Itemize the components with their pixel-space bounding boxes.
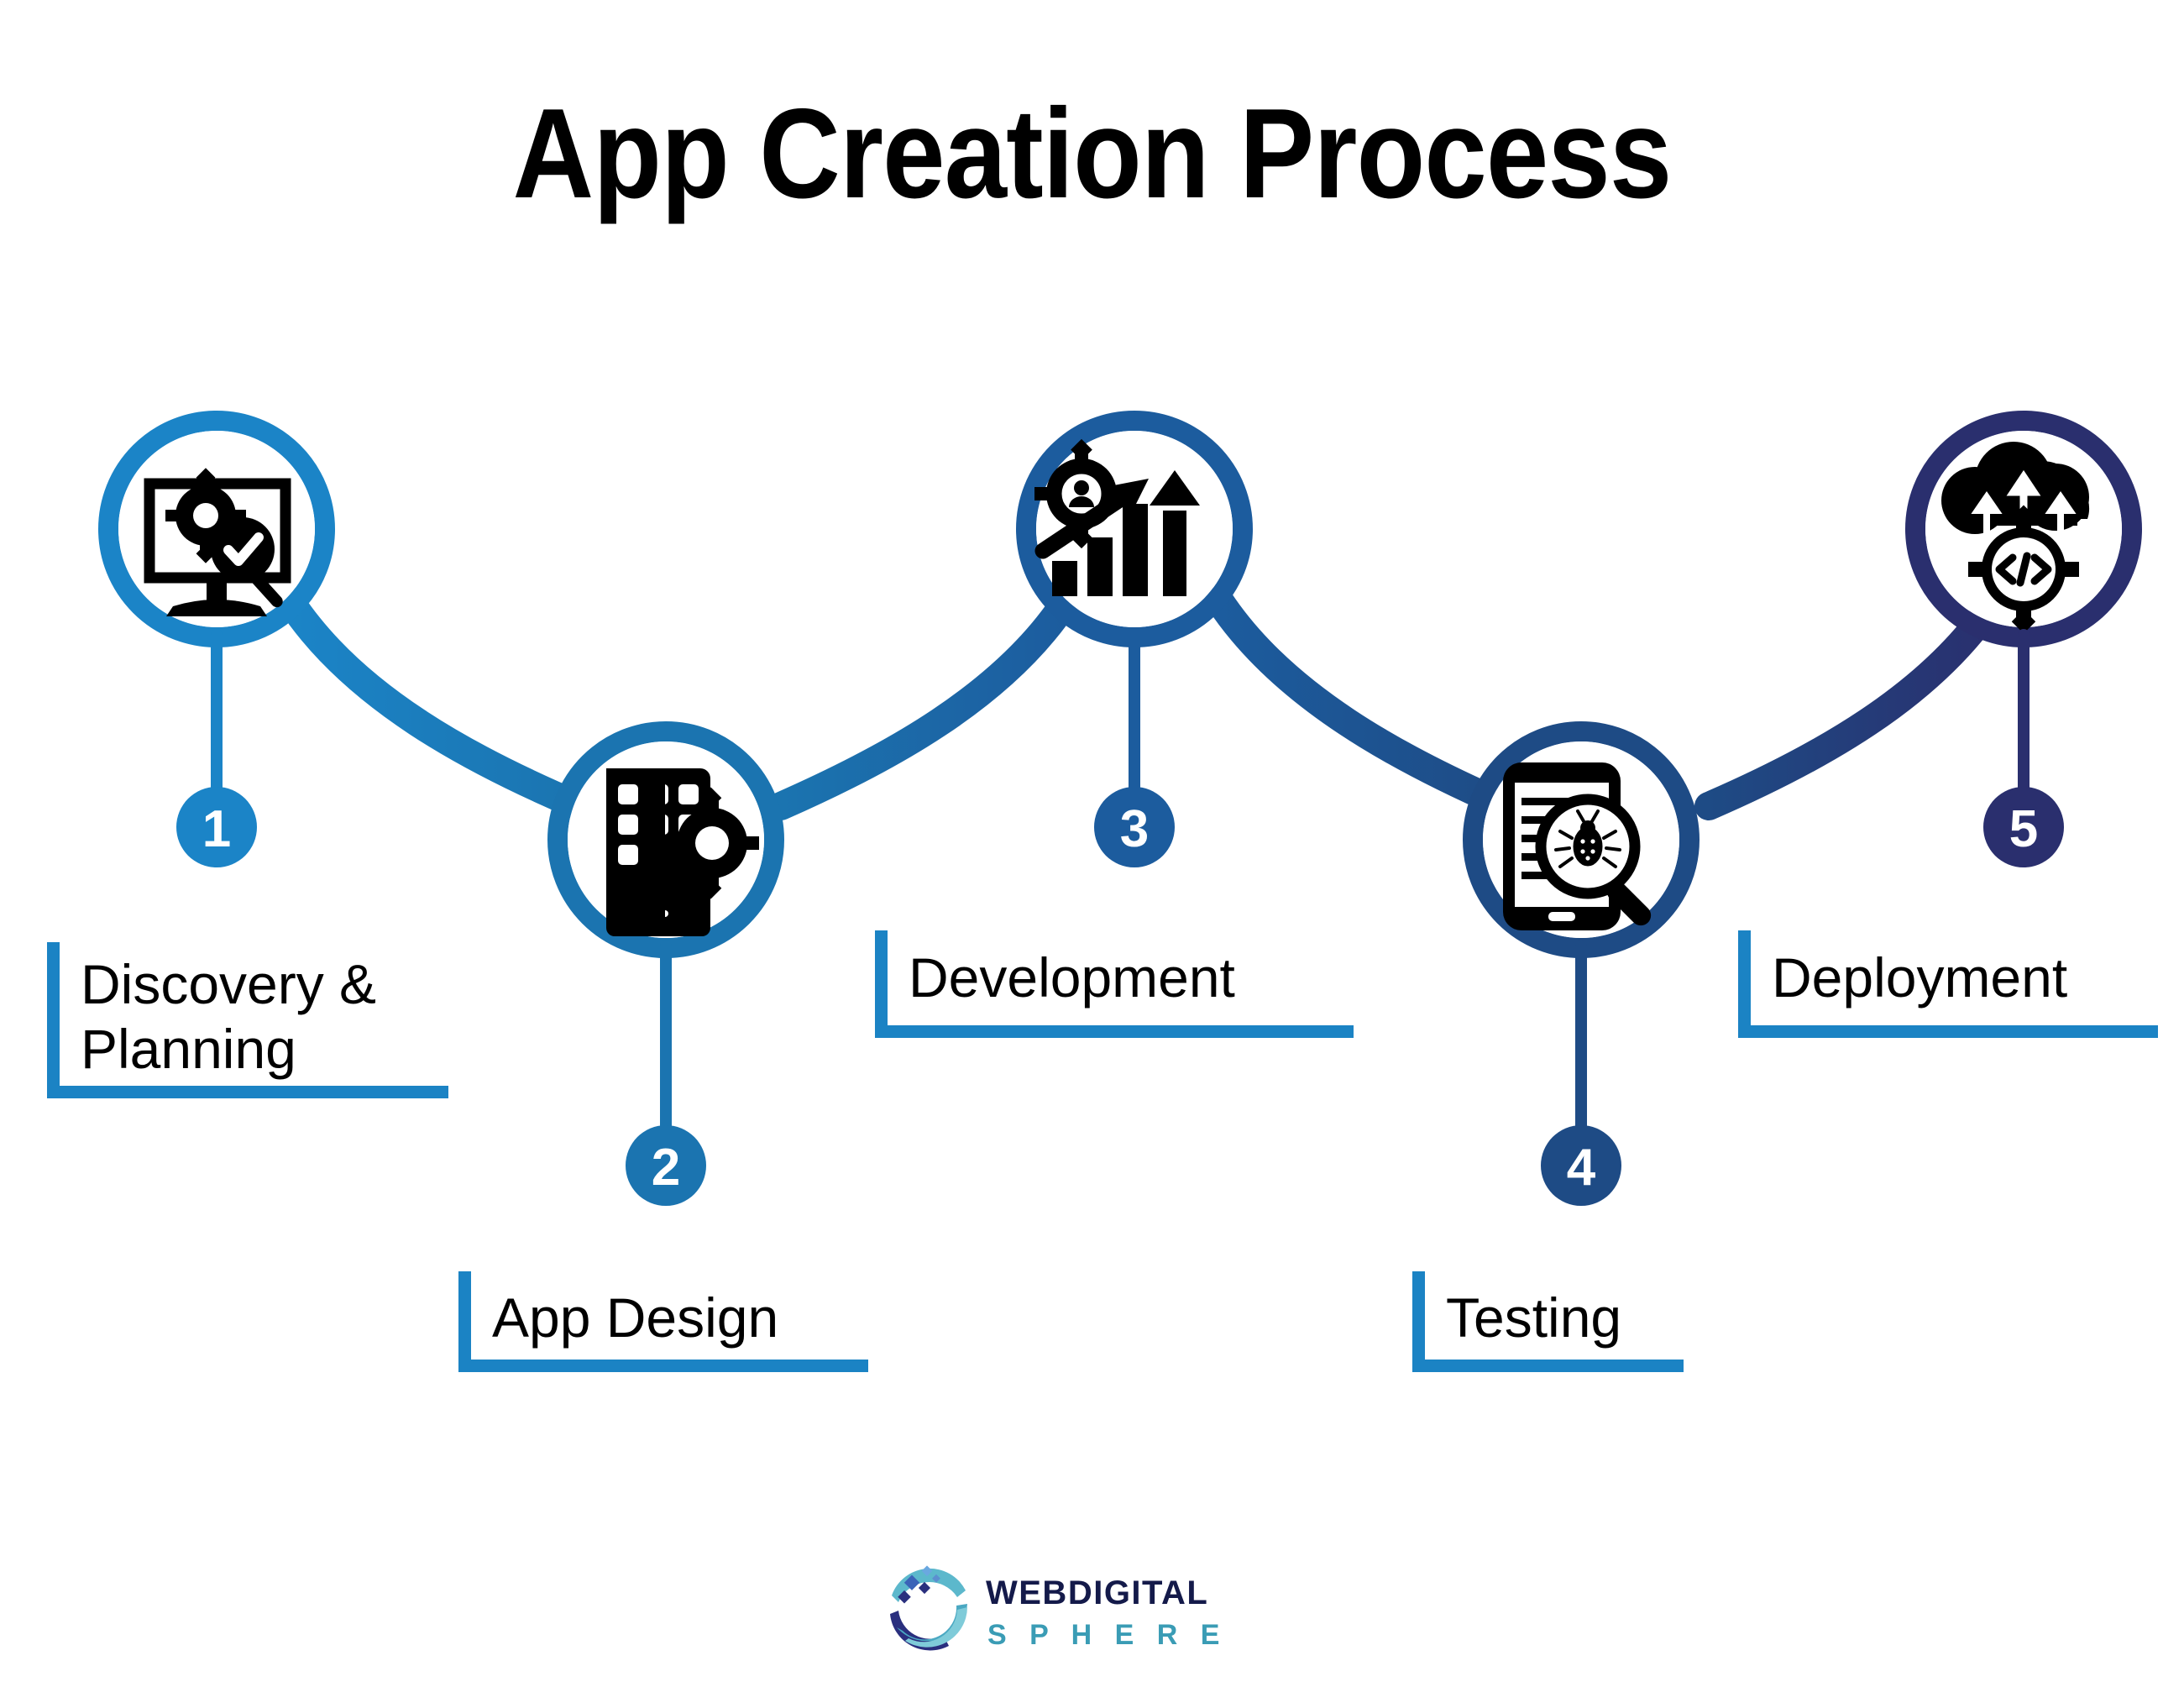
step-1-label-group: Discovery & Planning — [47, 942, 448, 1098]
step-2-label: App Design — [492, 1286, 778, 1349]
step-2-bracket-vertical — [458, 1271, 471, 1372]
step-1-label-line-2: Planning — [81, 1018, 296, 1080]
connector-3-to-4 — [1205, 586, 1521, 820]
step-2-badge-number: 2 — [652, 1139, 680, 1197]
step-4-bracket-horizontal — [1412, 1360, 1684, 1372]
connector-4-to-5 — [1694, 586, 2009, 820]
step-node-3[interactable] — [1016, 411, 1253, 647]
connector-2-to-3 — [767, 586, 1081, 820]
step-3-bracket-horizontal — [875, 1025, 1354, 1038]
step-node-1[interactable] — [98, 411, 335, 647]
step-4-badge-group[interactable]: 4 — [1541, 940, 1621, 1206]
step-node-2[interactable] — [547, 721, 784, 958]
step-2-badge-group[interactable]: 2 — [626, 940, 706, 1206]
step-5-label-group: Deployment — [1738, 930, 2158, 1038]
globe-sphere-logo-icon — [888, 1565, 969, 1651]
step-1-badge-group[interactable]: 1 — [176, 629, 257, 867]
step-5-bracket-vertical — [1738, 930, 1751, 1038]
step-node-5[interactable] — [1905, 411, 2142, 647]
step-5-label: Deployment — [1772, 946, 2067, 1009]
logo-text-line-1: WEBDIGITAL — [986, 1574, 1208, 1611]
step-3-label: Development — [909, 946, 1235, 1009]
step-3-label-group: Development — [875, 930, 1354, 1038]
process-flow-diagram: 1 Discovery & Planning 2 App Design 3 De… — [47, 411, 2158, 1372]
step-3-bracket-vertical — [875, 930, 888, 1038]
step-1-bracket-horizontal — [47, 1086, 448, 1098]
brand-logo[interactable]: WEBDIGITAL S P H E R E — [872, 1543, 1308, 1661]
step-4-bracket-vertical — [1412, 1271, 1425, 1372]
step-5-badge-number: 5 — [2009, 800, 2038, 858]
connector-1-to-2 — [275, 586, 594, 820]
infographic-canvas: App Creation Process 1 Discovery & Plann… — [0, 0, 2184, 1708]
step-node-4[interactable] — [1463, 721, 1700, 958]
step-1-bracket-vertical — [47, 942, 60, 1098]
logo-text-line-2: S P H E R E — [987, 1619, 1227, 1651]
step-1-label-line-1: Discovery & — [81, 953, 376, 1015]
step-2-bracket-horizontal — [458, 1360, 868, 1372]
step-1-badge-number: 1 — [202, 800, 231, 858]
step-4-badge-number: 4 — [1567, 1139, 1596, 1197]
step-3-badge-group[interactable]: 3 — [1094, 629, 1175, 867]
step-4-label: Testing — [1446, 1286, 1621, 1349]
step-2-label-group: App Design — [458, 1271, 868, 1372]
step-5-badge-group[interactable]: 5 — [1983, 629, 2064, 867]
step-3-badge-number: 3 — [1120, 800, 1149, 858]
step-5-bracket-horizontal — [1738, 1025, 2158, 1038]
step-4-label-group: Testing — [1412, 1271, 1684, 1372]
